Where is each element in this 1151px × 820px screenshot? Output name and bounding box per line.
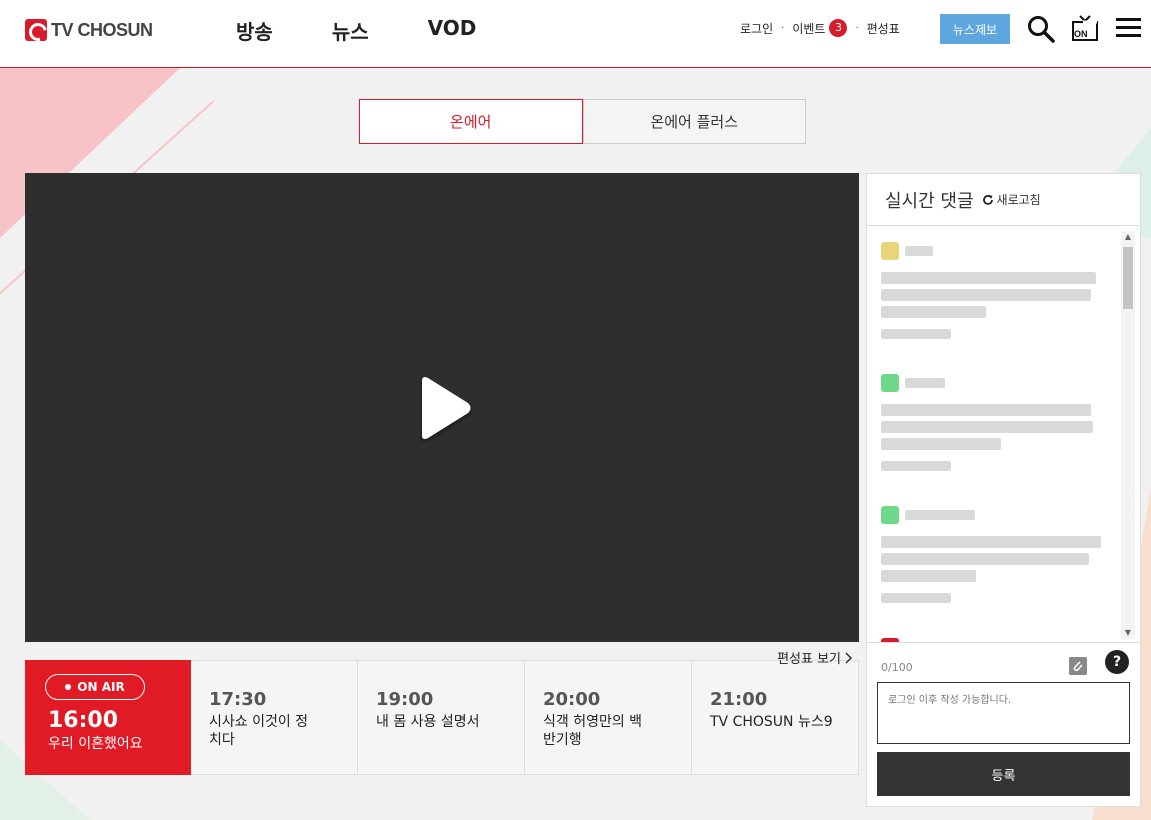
blurred-line: [881, 272, 1096, 284]
view-schedule-link[interactable]: 편성표 보기: [777, 648, 853, 667]
blurred-date: [881, 461, 951, 471]
site-header: TV CHOSUN 방송 뉴스 VOD 로그인 · 이벤트 3 · 편성표 뉴스…: [0, 0, 1151, 68]
menu-icon[interactable]: [1114, 14, 1144, 44]
main-nav: 방송 뉴스 VOD: [236, 16, 535, 45]
tab-onair-plus[interactable]: 온에어 플러스: [582, 99, 806, 144]
comment-list[interactable]: ▲ ▼: [867, 227, 1140, 643]
schedule-title: 식객 허영만의 백반기행: [543, 714, 643, 748]
nav-vod[interactable]: VOD: [428, 16, 477, 45]
schedule-title: 시사쇼 이것이 정치다: [209, 714, 309, 748]
blurred-line: [881, 306, 986, 318]
tv-on-icon[interactable]: ON: [1070, 14, 1100, 44]
blurred-date: [881, 593, 951, 603]
schedule-time: 17:30: [209, 689, 267, 710]
onair-badge: ON AIR: [45, 674, 145, 700]
submit-comment-button[interactable]: 등록: [877, 752, 1130, 796]
blurred-line: [881, 438, 1001, 450]
refresh-icon: [982, 194, 993, 205]
onair-tabs: 온에어 온에어 플러스: [359, 99, 806, 144]
refresh-button[interactable]: 새로고침: [982, 191, 1041, 208]
chevron-right-icon: [845, 651, 853, 664]
blurred-comment-text: [881, 404, 1140, 450]
blurred-username: [905, 642, 945, 643]
search-icon[interactable]: [1026, 14, 1056, 44]
live-comments-panel: 실시간 댓글 새로고침 ▲ ▼ 0/100 ? 로그인 이후 작성 가능합니다.…: [866, 173, 1141, 807]
nav-news[interactable]: 뉴스: [332, 16, 369, 45]
avatar: [881, 506, 899, 524]
login-link[interactable]: 로그인: [740, 20, 773, 37]
blurred-comment-text: [881, 272, 1140, 318]
schedule-title: 내 몸 사용 설명서: [376, 714, 480, 730]
schedule-link[interactable]: 편성표: [867, 20, 900, 37]
blurred-line: [881, 421, 1093, 433]
tab-onair[interactable]: 온에어: [359, 99, 583, 144]
blurred-line: [881, 289, 1091, 301]
schedule-time: 20:00: [543, 689, 601, 710]
avatar: [881, 242, 899, 260]
separator: ·: [855, 22, 859, 34]
blurred-username: [905, 246, 933, 256]
comments-title: 실시간 댓글: [885, 190, 974, 212]
clip-icon: [1073, 661, 1083, 672]
schedule-item[interactable]: 19:00 내 몸 사용 설명서: [358, 660, 525, 775]
svg-text:ON: ON: [1074, 29, 1088, 39]
schedule-item[interactable]: 21:00 TV CHOSUN 뉴스9: [692, 660, 859, 775]
scroll-up-icon[interactable]: ▲: [1121, 231, 1135, 243]
scroll-thumb[interactable]: [1123, 247, 1133, 309]
video-player[interactable]: [25, 173, 859, 642]
list-item: [867, 623, 1140, 643]
blurred-line: [881, 570, 976, 582]
avatar: [881, 638, 899, 642]
comment-user: [881, 374, 1140, 392]
refresh-label: 새로고침: [996, 193, 1041, 207]
now-time: 16:00: [48, 708, 119, 733]
schedule-time: 19:00: [376, 689, 434, 710]
view-schedule-label: 편성표 보기: [777, 652, 841, 667]
now-title: 우리 이혼했어요: [48, 736, 143, 752]
util-menu: 로그인 · 이벤트 3 · 편성표: [740, 19, 900, 37]
schedule-time: 21:00: [710, 689, 768, 710]
schedule-strip: ON AIR 16:00 우리 이혼했어요 17:30 시사쇼 이것이 정치다 …: [25, 651, 859, 775]
comment-user: [881, 638, 1140, 643]
play-icon[interactable]: [416, 373, 476, 443]
blurred-line: [881, 553, 1089, 565]
comment-input[interactable]: [877, 682, 1130, 744]
news-report-button[interactable]: 뉴스제보: [940, 14, 1010, 44]
separator: ·: [781, 22, 785, 34]
schedule-item[interactable]: 17:30 시사쇼 이것이 정치다: [191, 660, 358, 775]
comments-header: 실시간 댓글 새로고침: [867, 174, 1140, 226]
schedule-item[interactable]: 20:00 식객 허영만의 백반기행: [525, 660, 692, 775]
blurred-username: [905, 378, 945, 388]
blurred-line: [881, 404, 1091, 416]
logo-icon: [25, 19, 47, 41]
event-count-badge: 3: [829, 19, 848, 37]
logo-text: TV CHOSUN: [51, 19, 153, 40]
now-playing[interactable]: ON AIR 16:00 우리 이혼했어요: [25, 660, 191, 775]
help-button[interactable]: ?: [1105, 650, 1129, 674]
logo[interactable]: TV CHOSUN: [25, 18, 153, 42]
onair-badge-label: ON AIR: [77, 680, 125, 694]
comment-user: [881, 242, 1140, 260]
event-link[interactable]: 이벤트: [792, 20, 825, 37]
blurred-username: [905, 510, 975, 520]
blurred-line: [881, 536, 1101, 548]
schedule-title: TV CHOSUN 뉴스9: [710, 714, 833, 730]
list-item: [867, 491, 1140, 623]
scroll-down-icon[interactable]: ▼: [1121, 627, 1135, 639]
list-item: [867, 227, 1140, 359]
blurred-comment-text: [881, 536, 1140, 582]
attach-icon[interactable]: [1069, 657, 1087, 675]
avatar: [881, 374, 899, 392]
comment-scrollbar[interactable]: ▲ ▼: [1121, 231, 1135, 639]
character-counter: 0/100: [881, 661, 913, 674]
comment-user: [881, 506, 1140, 524]
list-item: [867, 359, 1140, 491]
blurred-date: [881, 329, 951, 339]
live-dot-icon: [65, 684, 72, 690]
nav-broadcast[interactable]: 방송: [236, 16, 273, 45]
